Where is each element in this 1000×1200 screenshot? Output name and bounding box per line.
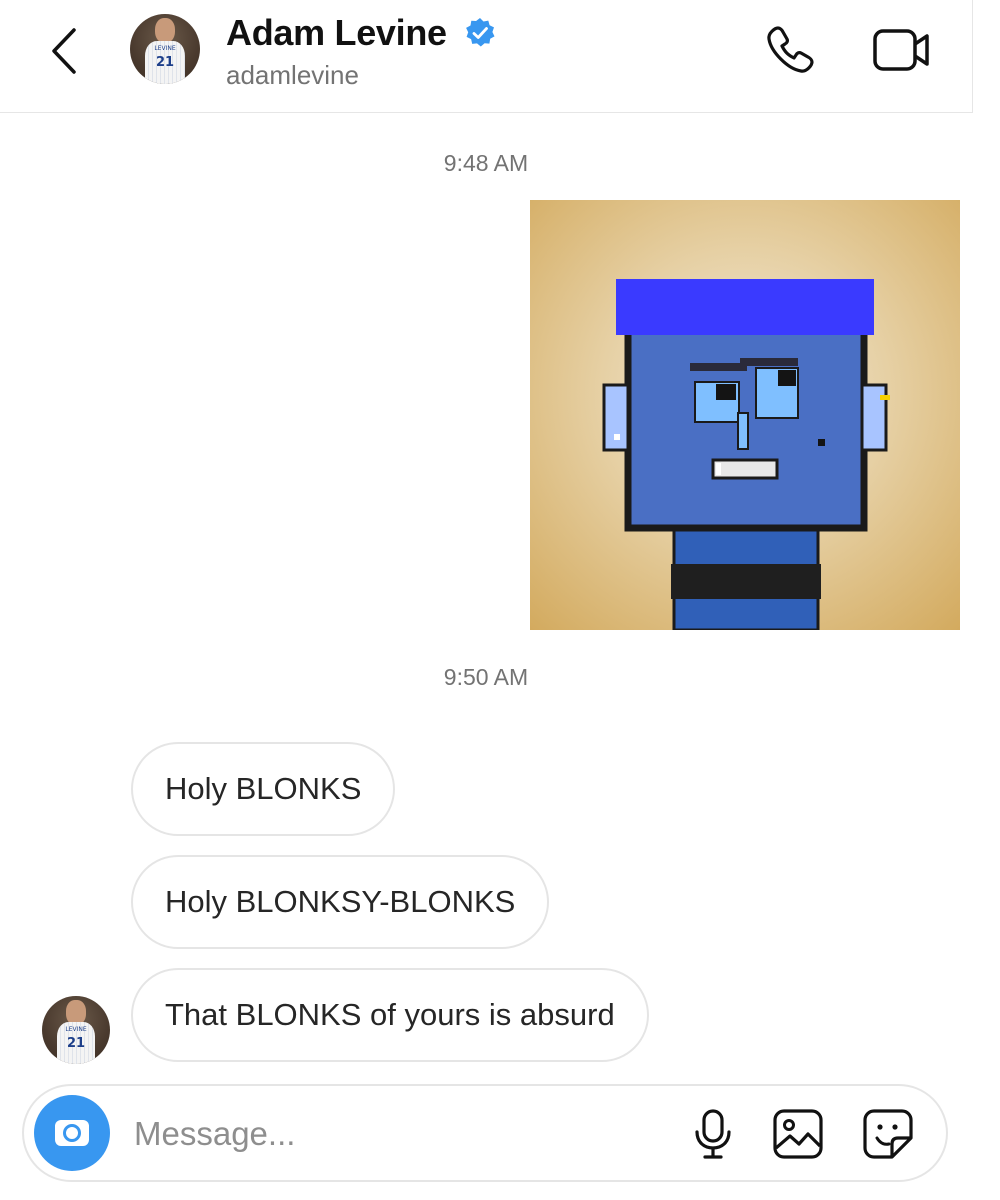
video-call-button[interactable] [872, 26, 932, 74]
message-timestamp: 9:50 AM [443, 664, 529, 690]
message-bubble[interactable]: That BLONKS of yours is absurd [131, 968, 649, 1062]
phone-icon [767, 26, 814, 73]
contact-avatar[interactable]: LEVINE 21 [130, 14, 200, 84]
sender-avatar[interactable]: LEVINE 21 [42, 996, 110, 1064]
message-input[interactable] [132, 1106, 656, 1162]
gallery-icon [773, 1109, 823, 1159]
contact-name[interactable]: Adam Levine [226, 12, 447, 54]
image-message[interactable] [530, 200, 960, 630]
avatar-jersey-number: 21 [155, 55, 175, 71]
pixel-avatar-image [602, 279, 890, 630]
contact-handle: adamlevine [226, 60, 359, 90]
voice-message-button[interactable] [692, 1108, 734, 1160]
microphone-icon [695, 1109, 731, 1159]
message-composer [22, 1084, 948, 1182]
back-button[interactable] [44, 24, 86, 78]
gallery-button[interactable] [772, 1108, 824, 1160]
avatar-jersey-name: LEVINE [65, 1025, 87, 1033]
avatar-jersey-number: 21 [66, 1036, 86, 1052]
avatar-jersey-name: LEVINE [154, 44, 176, 52]
video-camera-icon [873, 29, 929, 71]
message-bubble[interactable]: Holy BLONKSY-BLONKS [131, 855, 550, 949]
camera-button[interactable] [34, 1095, 110, 1171]
sticker-button[interactable] [862, 1108, 914, 1160]
back-chevron-icon [52, 28, 76, 74]
chat-header: LEVINE 21 Adam Levine adamlevine [0, 0, 973, 113]
message-bubble[interactable]: Holy BLONKS [131, 742, 396, 836]
sticker-icon [863, 1109, 913, 1159]
verified-badge-icon [466, 18, 495, 47]
message-timestamp: 9:48 AM [443, 150, 529, 176]
voice-call-button[interactable] [764, 24, 816, 76]
